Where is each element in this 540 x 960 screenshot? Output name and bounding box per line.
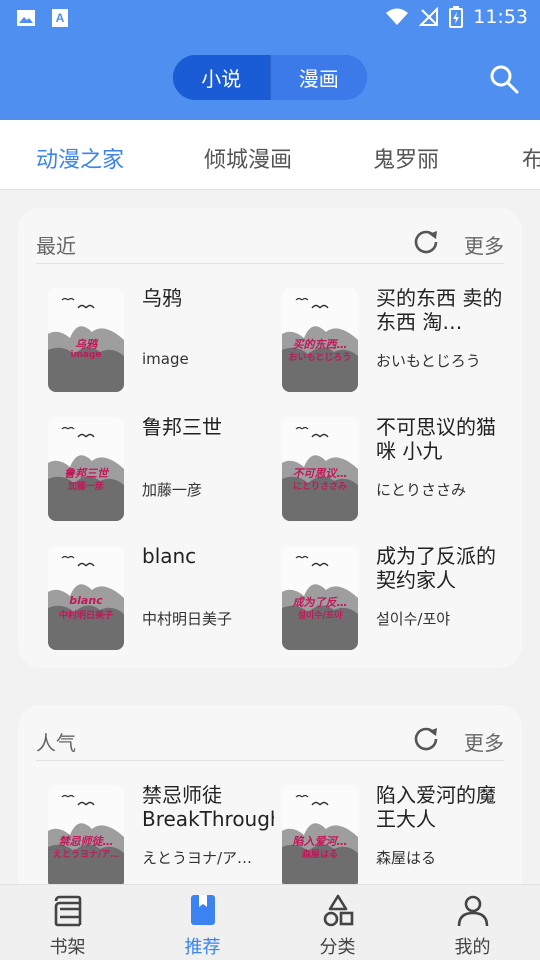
book-item[interactable]: 鲁邦三世 加藤一彦 鲁邦三世 加藤一彦 <box>36 393 272 521</box>
text-notification-icon: A <box>52 9 68 27</box>
book-cover[interactable]: 成为了反… 설이수/포야 <box>282 546 358 650</box>
book-author: 설이수/포야 <box>376 610 451 628</box>
section-header: 人气 更多 <box>36 705 504 761</box>
book-cover[interactable]: 乌鸦 image <box>48 288 124 392</box>
tab-partial[interactable]: 布 <box>522 142 540 174</box>
book-title: 陷入爱河的魔王大人 <box>376 783 496 831</box>
nav-category[interactable]: 分类 <box>270 885 405 960</box>
bookmark-book-icon <box>190 895 215 925</box>
book-item[interactable]: 买的东西… おいもとじろう 买的东西 卖的东西 淘… おいもとじろう <box>270 264 506 392</box>
nav-label: 分类 <box>319 937 356 958</box>
refresh-icon[interactable] <box>412 228 440 256</box>
cover-title: blanc <box>69 594 103 607</box>
category-shapes-icon <box>323 894 353 927</box>
book-title: 成为了反派的契约家人 <box>376 544 496 592</box>
section-title: 最近 <box>36 234 76 258</box>
cover-author: おいもとじろう <box>288 353 352 363</box>
source-tabs: 动漫之家 倾城漫画 鬼罗丽 布 <box>0 120 540 190</box>
book-cover[interactable]: 陷入爱河… 森屋はる <box>282 785 358 889</box>
bottom-nav: 书架 推荐 分类 我的 <box>0 884 540 960</box>
more-link[interactable]: 更多 <box>464 230 504 259</box>
section-header: 最近 更多 <box>36 208 504 264</box>
nav-bookshelf[interactable]: 书架 <box>0 885 135 960</box>
nav-label: 书架 <box>49 937 86 958</box>
nav-recommend[interactable]: 推荐 <box>135 885 270 960</box>
more-link[interactable]: 更多 <box>464 727 504 756</box>
app-header: A 11:53 小说 漫画 <box>0 0 540 120</box>
book-cover[interactable]: 不可思议… にとりささみ <box>282 417 358 521</box>
book-title: 鲁邦三世 <box>142 415 222 439</box>
wifi-icon <box>386 8 409 25</box>
gallery-notification-icon <box>17 10 35 26</box>
section-title: 人气 <box>36 731 76 755</box>
content-type-switch: 小说 漫画 <box>173 55 367 100</box>
nav-mine[interactable]: 我的 <box>405 885 540 960</box>
book-item[interactable]: 不可思议… にとりささみ 不可思议的猫咪 小九 にとりささみ <box>270 393 506 521</box>
book-title: 乌鸦 <box>142 286 182 310</box>
book-author: image <box>142 350 189 368</box>
search-icon[interactable] <box>488 63 520 95</box>
cover-author: 설이수/포야 <box>297 611 343 621</box>
book-item[interactable]: 乌鸦 image 乌鸦 image <box>36 264 272 392</box>
tab-dongman-zhijia[interactable]: 动漫之家 <box>36 142 124 174</box>
cover-author: image <box>70 350 102 360</box>
nav-label: 我的 <box>454 937 491 958</box>
svg-text:A: A <box>56 11 65 25</box>
book-cover[interactable]: 鲁邦三世 加藤一彦 <box>48 417 124 521</box>
recent-section: 最近 更多 乌鸦 image 乌鸦 image 买的东西… おいもとじろう 买的… <box>18 208 522 668</box>
cover-author: にとりささみ <box>292 482 347 492</box>
battery-charging-icon <box>449 6 464 28</box>
cover-author: えとうヨナ/ア… <box>52 850 120 860</box>
book-title: 不可思议的猫咪 小九 <box>376 415 496 463</box>
book-author: 森屋はる <box>376 849 437 867</box>
tab-qingcheng-manhua[interactable]: 倾城漫画 <box>204 142 292 174</box>
nav-label: 推荐 <box>184 937 221 958</box>
bookshelf-icon <box>54 895 81 927</box>
book-item[interactable]: 陷入爱河… 森屋はる 陷入爱河的魔王大人 森屋はる <box>270 761 506 889</box>
segment-novel[interactable]: 小说 <box>173 55 270 100</box>
cover-author: 中村明日美子 <box>58 611 113 621</box>
book-item[interactable]: blanc 中村明日美子 blanc 中村明日美子 <box>36 522 272 650</box>
book-cover[interactable]: 禁忌师徒… えとうヨナ/ア… <box>48 785 124 889</box>
book-author: にとりささみ <box>376 481 467 499</box>
cover-author: 森屋はる <box>301 850 338 860</box>
book-title: 禁忌师徒BreakThrough <box>142 783 274 831</box>
no-signal-icon <box>419 7 439 26</box>
book-title: blanc <box>142 544 197 568</box>
book-cover[interactable]: blanc 中村明日美子 <box>48 546 124 650</box>
person-icon <box>457 895 488 927</box>
segment-comic[interactable]: 漫画 <box>269 55 367 100</box>
cover-author: 加藤一彦 <box>67 482 104 492</box>
status-time: 11:53 <box>473 6 528 28</box>
book-item[interactable]: 成为了反… 설이수/포야 成为了反派的契约家人 설이수/포야 <box>270 522 506 650</box>
book-author: 加藤一彦 <box>142 481 203 499</box>
tab-guiluoli[interactable]: 鬼罗丽 <box>373 142 439 174</box>
refresh-icon[interactable] <box>412 725 440 753</box>
book-author: 中村明日美子 <box>142 610 233 628</box>
book-author: えとうヨナ/ア… <box>142 849 253 867</box>
status-bar: A 11:53 <box>0 0 540 36</box>
book-cover[interactable]: 买的东西… おいもとじろう <box>282 288 358 392</box>
book-author: おいもとじろう <box>376 352 481 370</box>
book-title: 买的东西 卖的东西 淘… <box>376 286 503 334</box>
book-item[interactable]: 禁忌师徒… えとうヨナ/ア… 禁忌师徒BreakThrough えとうヨナ/ア… <box>36 761 274 889</box>
